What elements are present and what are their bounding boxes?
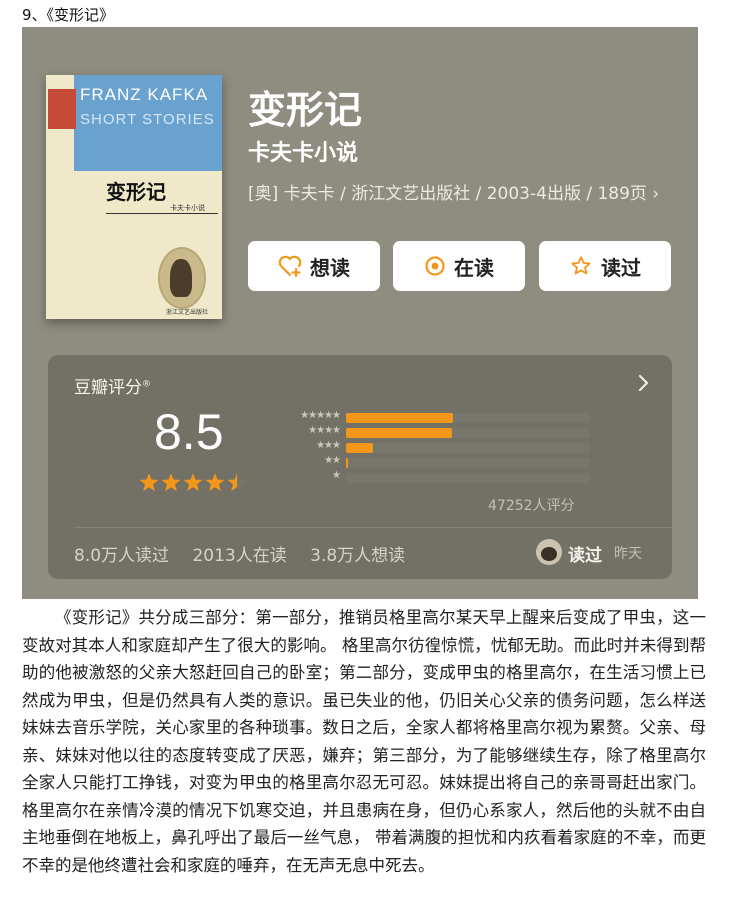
star-filled-1 — [139, 473, 159, 492]
heart-plus-icon — [278, 255, 302, 277]
rating-stars — [139, 473, 247, 492]
reading-button[interactable]: 在读 — [393, 241, 525, 291]
reader-stats: 8.0万人读过 2013人在读 3.8万人想读 — [74, 541, 423, 566]
histogram-fill-4 — [346, 428, 453, 438]
histogram-fill-5 — [346, 413, 454, 423]
stat-read[interactable]: 8.0万人读过 — [74, 546, 169, 566]
stat-reading[interactable]: 2013人在读 — [192, 546, 286, 566]
want-to-read-button[interactable]: 想读 — [248, 241, 380, 291]
histogram-fill-2 — [346, 458, 349, 468]
star-filled-3 — [183, 473, 203, 492]
cover-subtitle-zh: 卡夫卡小说 — [170, 204, 205, 212]
histogram-stars-2: ★★ — [324, 455, 341, 466]
target-icon — [425, 256, 445, 276]
cover-author-en: FRANZ KAFKA — [80, 85, 209, 104]
rating-score: 8.5 — [154, 404, 224, 460]
registered-mark: ® — [142, 379, 151, 390]
rating-label: 豆瓣评分® — [74, 373, 151, 398]
histogram-stars-5: ★★★★★ — [300, 410, 341, 421]
histogram-track-3 — [346, 443, 590, 453]
histogram-stars-1: ★ — [332, 470, 341, 481]
cover-divider — [106, 213, 218, 214]
book-card: FRANZ KAFKA SHORT STORIES 变形记 卡夫卡小说 浙江文艺… — [22, 27, 698, 599]
cover-portrait — [158, 247, 206, 309]
book-subtitle: 卡夫卡小说 — [248, 141, 359, 166]
histogram-track-2 — [346, 458, 590, 468]
histogram-stars-3: ★★★ — [316, 440, 341, 451]
reading-label: 在读 — [454, 255, 494, 280]
star-outline-icon — [571, 256, 591, 275]
want-to-read-label: 想读 — [310, 255, 350, 280]
book-cover[interactable]: FRANZ KAFKA SHORT STORIES 变形记 卡夫卡小说 浙江文艺… — [46, 75, 222, 319]
section-title: 9、《变形记》 — [22, 6, 115, 24]
stat-want[interactable]: 3.8万人想读 — [310, 546, 405, 566]
rating-count: 47252人评分 — [488, 498, 575, 514]
avatar[interactable] — [536, 539, 562, 565]
star-filled-2 — [161, 473, 181, 492]
read-label: 读过 — [601, 255, 641, 280]
user-read-status: 读过 — [568, 546, 602, 566]
rating-label-text: 豆瓣评分 — [74, 378, 142, 398]
user-read-time: 昨天 — [614, 546, 642, 562]
histogram-track-5 — [346, 413, 590, 423]
histogram-fill-3 — [346, 443, 373, 453]
cover-publisher-zh: 浙江文艺出版社 — [166, 309, 209, 316]
book-meta-link[interactable]: [奥] 卡夫卡 / 浙江文艺出版社 / 2003-4出版 / 189页 › — [248, 181, 678, 207]
cover-publisher-tag — [48, 89, 76, 129]
chevron-right-icon[interactable] — [636, 373, 652, 393]
histogram-track-1 — [346, 473, 590, 483]
description-paragraph: 《变形记》共分成三部分：第一部分，推销员格里高尔某天早上醒来后变成了甲虫，这一变… — [22, 608, 706, 875]
cover-title-zh: 变形记 — [106, 180, 166, 204]
rating-panel[interactable]: 豆瓣评分® 8.5 ★★★★★ ★★★★ ★★★ ★★ ★ 47252人评分 8… — [48, 355, 672, 579]
histogram-stars-4: ★★★★ — [308, 425, 341, 436]
book-title: 变形记 — [248, 88, 363, 132]
star-filled-4 — [205, 473, 225, 492]
histogram-track-4 — [346, 428, 590, 438]
rating-divider — [74, 527, 672, 528]
cover-series-en: SHORT STORIES — [80, 111, 215, 128]
read-button[interactable]: 读过 — [539, 241, 671, 291]
